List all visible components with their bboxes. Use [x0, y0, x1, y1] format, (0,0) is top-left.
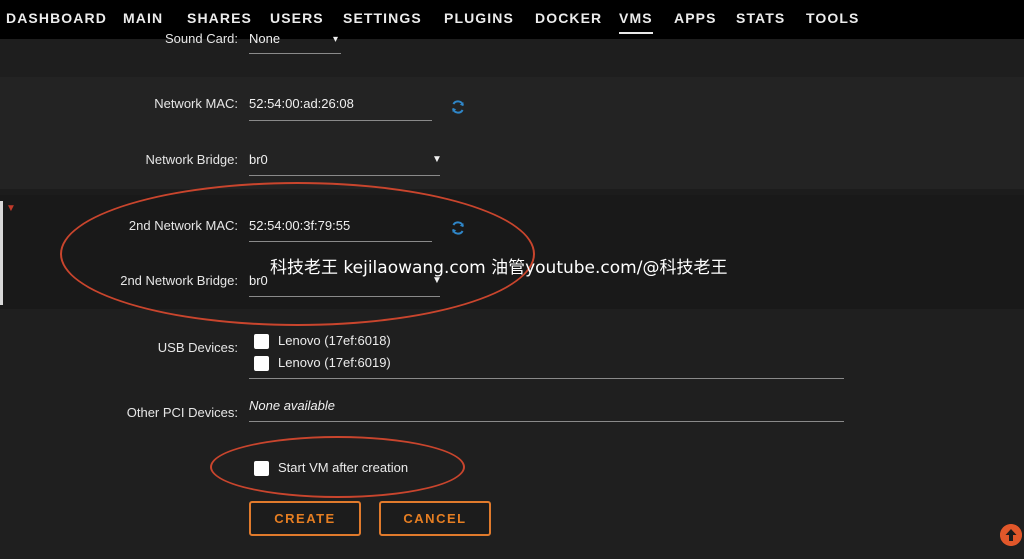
nav-main[interactable]: MAIN — [123, 10, 163, 26]
scroll-top-icon[interactable] — [1000, 524, 1022, 546]
nav-tools[interactable]: TOOLS — [806, 10, 859, 26]
chevron-down-icon: ▾ — [333, 34, 339, 45]
nav-apps[interactable]: APPS — [674, 10, 717, 26]
section-devices — [0, 309, 1024, 559]
nav-settings[interactable]: SETTINGS — [343, 10, 422, 26]
usb-device-label: Lenovo (17ef:6018) — [278, 333, 391, 348]
network-mac-input[interactable]: 52:54:00:ad:26:08 — [249, 96, 354, 111]
nav-plugins[interactable]: PLUGINS — [444, 10, 514, 26]
nav-users[interactable]: USERS — [270, 10, 324, 26]
create-button[interactable]: CREATE — [249, 501, 361, 536]
nav-shares[interactable]: SHARES — [187, 10, 252, 26]
nav-dashboard[interactable]: DASHBOARD — [6, 10, 107, 26]
sound-card-label: Sound Card: — [165, 31, 238, 46]
other-pci-value: None available — [249, 398, 336, 413]
remove-section-icon[interactable]: ▼ — [6, 203, 16, 214]
usb-device-label: Lenovo (17ef:6019) — [278, 355, 391, 370]
usb-devices-label: USB Devices: — [157, 340, 238, 355]
sound-card-underline — [249, 53, 341, 54]
nav-stats[interactable]: STATS — [736, 10, 785, 26]
top-nav: DASHBOARD MAIN SHARES USERS SETTINGS PLU… — [0, 0, 1024, 39]
refresh-icon[interactable] — [450, 99, 466, 115]
nav-vms[interactable]: VMS — [619, 10, 653, 34]
watermark-text: 科技老王 kejilaowang.com 油管youtube.com/@科技老王 — [270, 258, 728, 278]
other-pci-label: Other PCI Devices: — [126, 405, 238, 420]
network-bridge-select[interactable]: br0 — [249, 152, 268, 167]
chevron-down-icon: ▼ — [432, 154, 442, 165]
network-mac-underline — [249, 120, 432, 121]
usb-device-checkbox[interactable] — [254, 356, 269, 371]
cancel-button[interactable]: CANCEL — [379, 501, 491, 536]
network-bridge-underline — [249, 175, 440, 176]
usb-device-checkbox[interactable] — [254, 334, 269, 349]
sound-card-select[interactable]: None — [249, 31, 280, 46]
nav-docker[interactable]: DOCKER — [535, 10, 602, 26]
section-network-1 — [0, 77, 1024, 189]
section-edge-marker — [0, 201, 3, 305]
network-mac-label: Network MAC: — [154, 96, 238, 111]
annotation-ellipse-start-vm — [210, 436, 465, 498]
other-pci-underline — [249, 421, 844, 422]
usb-devices-underline — [249, 378, 844, 379]
network-bridge-label: Network Bridge: — [145, 152, 238, 167]
section-sound — [0, 39, 1024, 77]
